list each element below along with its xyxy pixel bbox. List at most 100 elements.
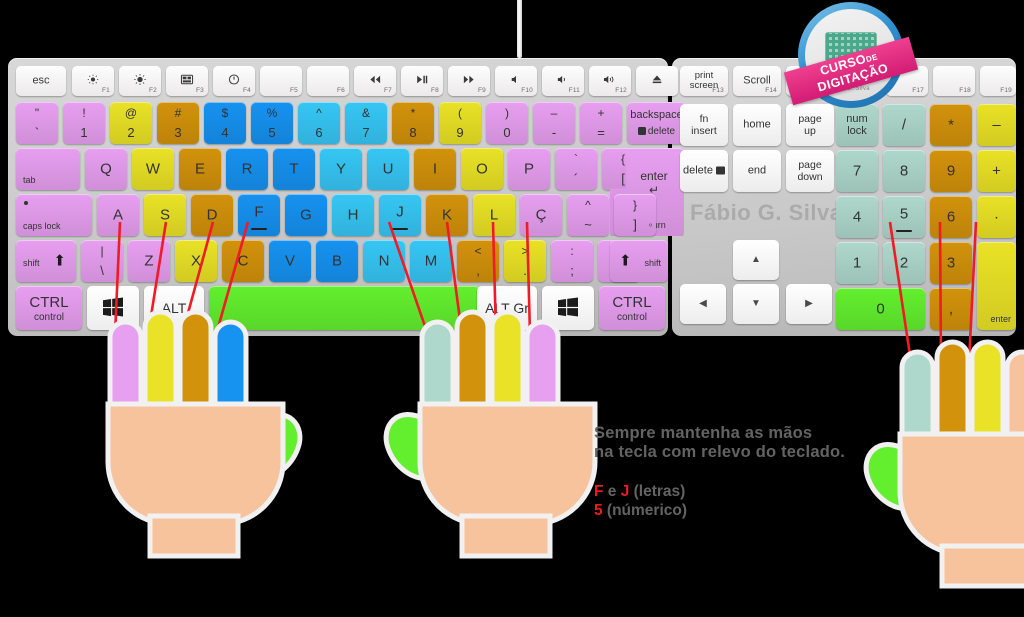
key-n[interactable]: N [363, 240, 405, 282]
arrow-down-key[interactable]: ▼ [733, 284, 779, 324]
key-i[interactable]: I [414, 148, 456, 190]
key-4[interactable]: $4 [204, 102, 246, 144]
numpad-key-9[interactable]: 9 [930, 150, 972, 192]
numpad-key-,[interactable]: , [930, 288, 972, 330]
arrow-up-key[interactable]: ▲ [733, 240, 779, 280]
key-l[interactable]: L [473, 194, 515, 236]
key-,[interactable]: <, [457, 240, 499, 282]
numpad-key-8[interactable]: 8 [883, 150, 925, 192]
key-page-down[interactable]: page down [786, 150, 834, 192]
key-8[interactable]: * 8 [392, 102, 434, 144]
numpad-key-2[interactable]: 2 [883, 242, 925, 284]
key-home[interactable]: home [733, 104, 781, 146]
key-q[interactable]: Q [85, 148, 127, 190]
key-t[interactable]: T [273, 148, 315, 190]
key-c[interactable]: C [222, 240, 264, 282]
fn-key-F11[interactable]: F11 [542, 66, 584, 96]
fn-key-F6[interactable]: F6 [307, 66, 349, 96]
fn-key-F13[interactable]: print screen F13 [680, 66, 728, 96]
fn-key-F2[interactable]: F2 [119, 66, 161, 96]
key-m[interactable]: M [410, 240, 452, 282]
key-o[interactable]: O [461, 148, 503, 190]
numpad-key-7[interactable]: 7 [836, 150, 878, 192]
fn-label: F1 [102, 86, 110, 94]
key-e[interactable]: E [179, 148, 221, 190]
key-tab[interactable]: tab [16, 148, 80, 190]
arrow-left-key[interactable]: ◀ [680, 284, 726, 324]
key-u[interactable]: U [367, 148, 409, 190]
key-\[interactable]: | \ [81, 240, 123, 282]
key-h[interactable]: H [332, 194, 374, 236]
fn-key-F9[interactable]: F9 [448, 66, 490, 96]
key-5[interactable]: % 5 [251, 102, 293, 144]
key-page-up[interactable]: page up [786, 104, 834, 146]
key-f[interactable]: F [238, 194, 280, 236]
key-end[interactable]: end [733, 150, 781, 192]
fn-key-F7[interactable]: F7 [354, 66, 396, 96]
numpad-key-+[interactable]: + [977, 150, 1016, 192]
key-x[interactable]: X [175, 240, 217, 282]
fn-key-F3[interactable]: F3 [166, 66, 208, 96]
key-9[interactable]: (9 [439, 102, 481, 144]
key-a[interactable]: A [97, 194, 139, 236]
numpad-key-3[interactable]: 3 [930, 242, 972, 284]
fn-key-F18[interactable]: F18 [933, 66, 975, 96]
arrow-right-key[interactable]: ▶ [786, 284, 832, 324]
fn-key-i13[interactable] [636, 66, 678, 96]
fn-key-F10[interactable]: F10 [495, 66, 537, 96]
key-´[interactable]: ` ´ [555, 148, 597, 190]
fn-key-F1[interactable]: F1 [72, 66, 114, 96]
key-ç[interactable]: Ç [520, 194, 562, 236]
key-1[interactable]: ! 1 [63, 102, 105, 144]
key-delete[interactable]: delete [680, 150, 728, 192]
numpad-key-1[interactable]: 1 [836, 242, 878, 284]
numpad-key-0[interactable]: 0 [836, 288, 925, 330]
key-fn-insert[interactable]: fn insert [680, 104, 728, 146]
key-backspace[interactable]: backspace delete [627, 102, 686, 144]
key-b[interactable]: B [316, 240, 358, 282]
numpad-key-/[interactable]: / [883, 104, 925, 146]
key-6[interactable]: ^ 6 [298, 102, 340, 144]
fn-key-F14[interactable]: Scroll F14 [733, 66, 781, 96]
key-7[interactable]: & 7 [345, 102, 387, 144]
fn-key-F5[interactable]: F5 [260, 66, 302, 96]
fn-key-F4[interactable]: F4 [213, 66, 255, 96]
key-r[interactable]: R [226, 148, 268, 190]
fn-key-F12[interactable]: F12 [589, 66, 631, 96]
key-w[interactable]: W [132, 148, 174, 190]
key-s[interactable]: S [144, 194, 186, 236]
key-;[interactable]: :; [551, 240, 593, 282]
key-][interactable]: }] º [614, 194, 656, 236]
key-0[interactable]: ) 0 [486, 102, 528, 144]
key-y[interactable]: Y [320, 148, 362, 190]
key-shift[interactable]: shift ⬆ [16, 240, 76, 282]
key-=[interactable]: + = [580, 102, 622, 144]
fn-key-F8[interactable]: F8 [401, 66, 443, 96]
key-caps-lock[interactable]: caps lock [16, 194, 92, 236]
key-k[interactable]: K [426, 194, 468, 236]
fn-key-F19[interactable]: F19 [980, 66, 1016, 96]
numpad-key-4[interactable]: 4 [836, 196, 878, 238]
key-v[interactable]: V [269, 240, 311, 282]
key-3[interactable]: #3 [157, 102, 199, 144]
key-g[interactable]: G [285, 194, 327, 236]
numpad-key-enter[interactable]: enter [977, 242, 1016, 330]
key-ctrl[interactable]: CTRL control [16, 286, 82, 330]
numpad-key-*[interactable]: * [930, 104, 972, 146]
key-z[interactable]: Z [128, 240, 170, 282]
key-~[interactable]: ^ ~ [567, 194, 609, 236]
key--[interactable]: – - [533, 102, 575, 144]
numpad-key-5[interactable]: 5 [883, 196, 925, 238]
key-.[interactable]: >. [504, 240, 546, 282]
key-shift-right[interactable]: ⬆ shift [610, 240, 668, 282]
key-`[interactable]: " ` [16, 102, 58, 144]
key-d[interactable]: D [191, 194, 233, 236]
key-j[interactable]: J [379, 194, 421, 236]
numpad-key-–[interactable]: – [977, 104, 1016, 146]
key-p[interactable]: P [508, 148, 550, 190]
numpad-key-·[interactable]: · [977, 196, 1016, 238]
fn-key-esc[interactable]: esc [16, 66, 66, 96]
key-2[interactable]: @2 [110, 102, 152, 144]
numpad-key-6[interactable]: 6 [930, 196, 972, 238]
numpad-key-num-lock[interactable]: num lock [836, 104, 878, 146]
